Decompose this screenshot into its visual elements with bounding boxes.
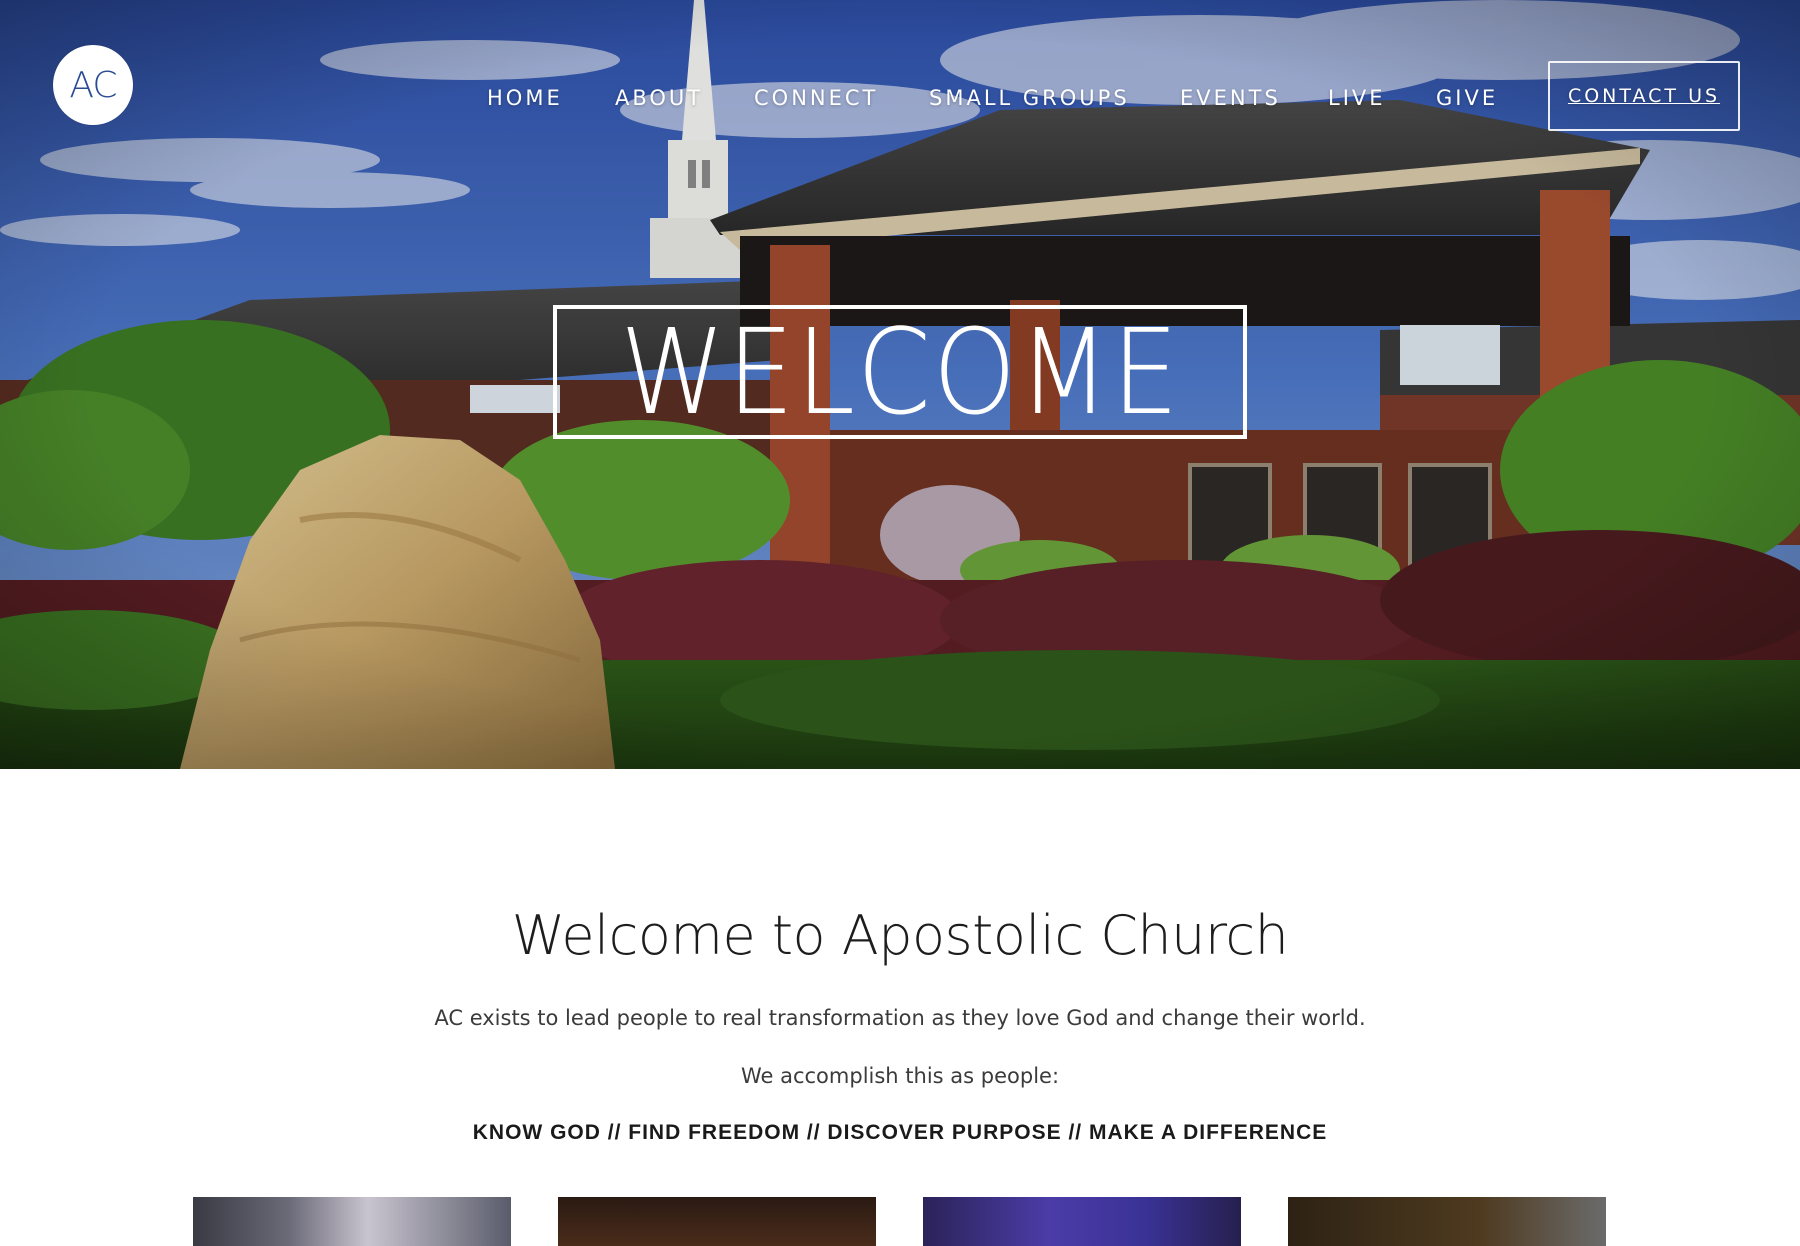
mission-statement: AC exists to lead people to real transfo… <box>434 1006 1366 1030</box>
hero-title-box: WELCOME <box>553 305 1247 439</box>
intro-heading: Welcome to Apostolic Church <box>511 904 1289 967</box>
feature-image-3[interactable] <box>923 1197 1241 1246</box>
nav-give[interactable]: GIVE <box>1436 80 1498 116</box>
nav-live[interactable]: LIVE <box>1328 80 1386 116</box>
contact-us-button[interactable]: CONTACT US <box>1548 61 1740 131</box>
page: AC HOME ABOUT CONNECT SMALL GROUPS EVENT… <box>0 0 1800 1246</box>
nav-connect[interactable]: CONNECT <box>754 80 878 116</box>
hero-banner: AC HOME ABOUT CONNECT SMALL GROUPS EVENT… <box>0 0 1800 769</box>
hero-title: WELCOME <box>619 303 1181 441</box>
feature-image-1[interactable] <box>193 1197 511 1246</box>
feature-image-4[interactable] <box>1288 1197 1606 1246</box>
main-nav: HOME ABOUT CONNECT SMALL GROUPS EVENTS L… <box>0 80 1800 116</box>
feature-thumbnails <box>0 1197 1800 1246</box>
nav-events[interactable]: EVENTS <box>1180 80 1281 116</box>
nav-home[interactable]: HOME <box>487 80 563 116</box>
lead-in-text: We accomplish this as people: <box>740 1064 1060 1088</box>
nav-small-groups[interactable]: SMALL GROUPS <box>929 80 1130 116</box>
nav-about[interactable]: ABOUT <box>615 80 703 116</box>
feature-image-2[interactable] <box>558 1197 876 1246</box>
core-pillars: KNOW GOD // FIND FREEDOM // DISCOVER PUR… <box>472 1121 1328 1144</box>
